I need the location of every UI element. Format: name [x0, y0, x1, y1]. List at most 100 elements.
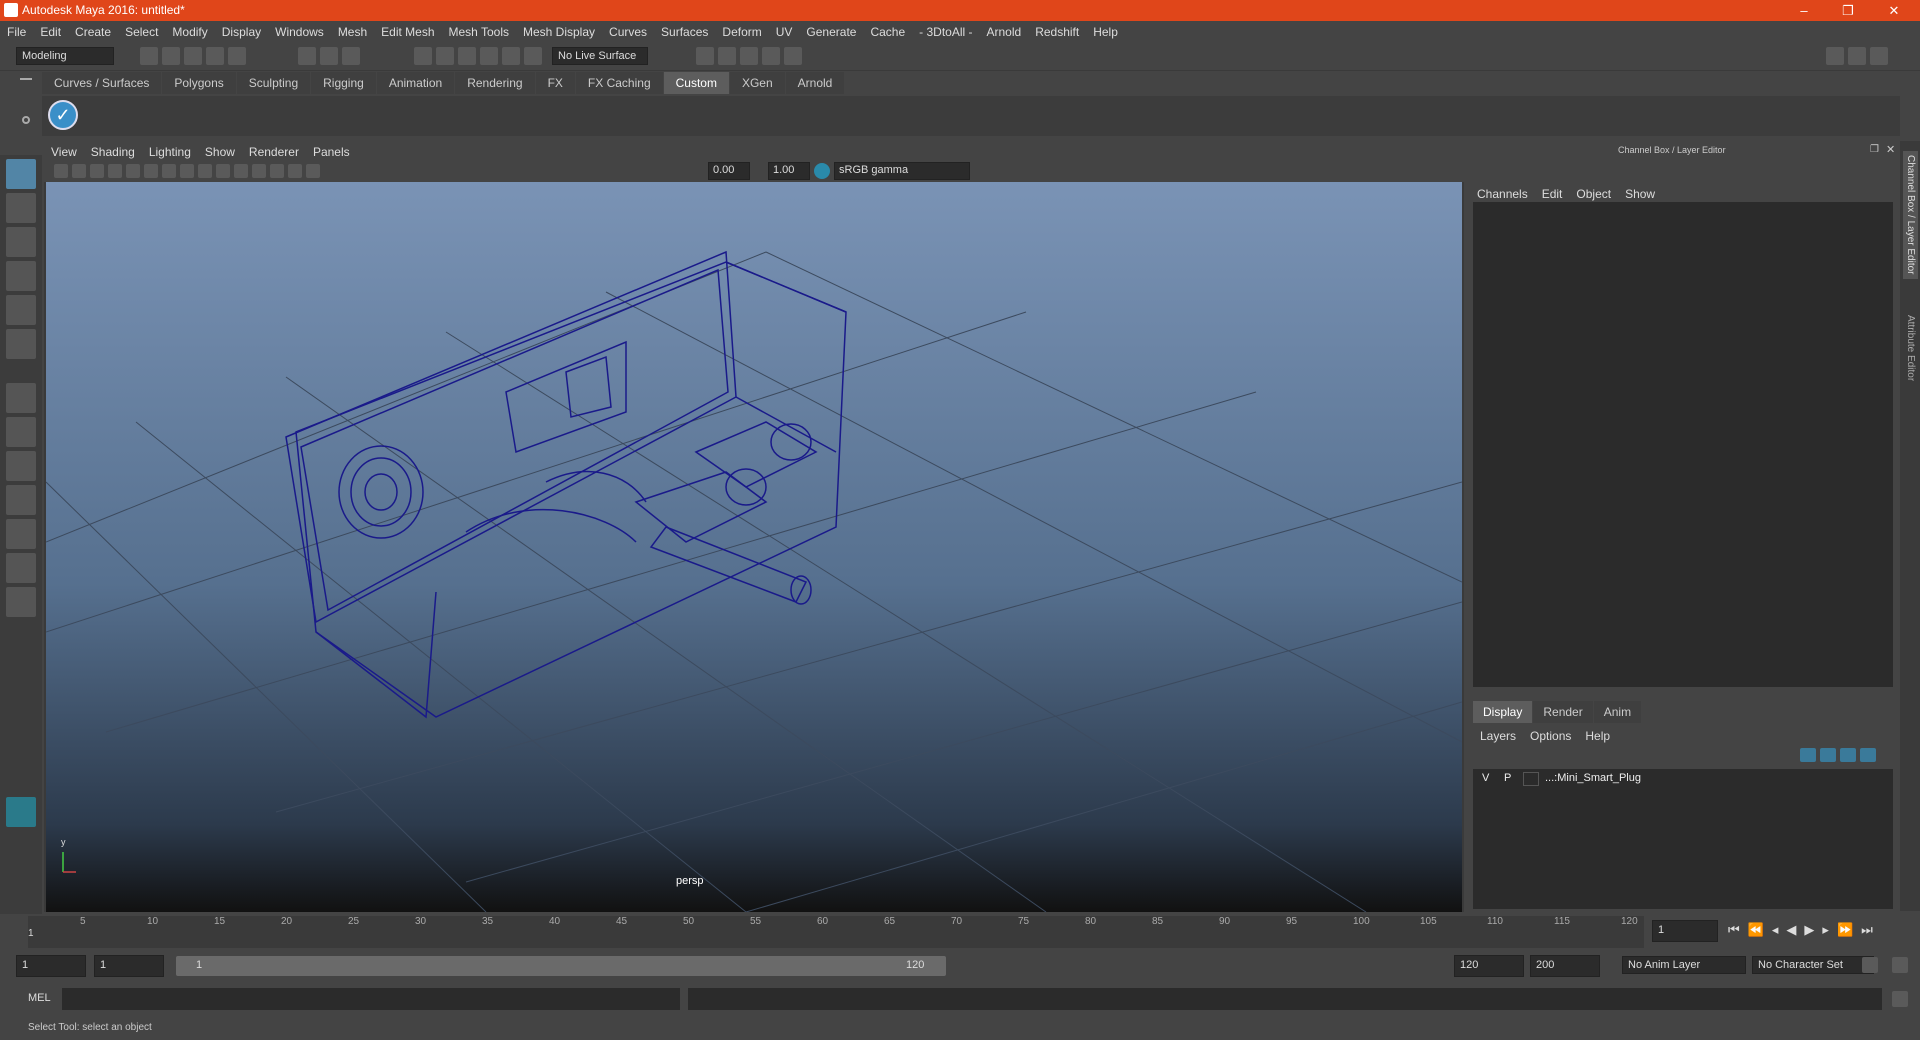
- shelf-tab-curves-surfaces[interactable]: Curves / Surfaces: [42, 72, 162, 94]
- ipr-render-icon[interactable]: [740, 47, 758, 65]
- step-forward-key-icon[interactable]: ⏩: [1837, 922, 1861, 937]
- collapse-layout-icon[interactable]: [6, 587, 36, 617]
- open-scene-icon[interactable]: [162, 47, 180, 65]
- scale-tool-icon[interactable]: [6, 329, 36, 359]
- anim-layer-dropdown[interactable]: No Anim Layer: [1622, 956, 1746, 974]
- shelf-tab-polygons[interactable]: Polygons: [162, 72, 236, 94]
- menu-select[interactable]: Select: [118, 21, 165, 43]
- restore-button[interactable]: ❐: [1826, 0, 1870, 21]
- color-management-icon[interactable]: [814, 163, 830, 179]
- layer-tab-display[interactable]: Display: [1473, 701, 1533, 723]
- live-surface-field[interactable]: No Live Surface: [552, 47, 648, 65]
- xray-icon[interactable]: [288, 163, 302, 178]
- range-bar[interactable]: 1 120: [176, 956, 946, 976]
- shelf-tab-sculpting[interactable]: Sculpting: [236, 72, 311, 94]
- layer-color-swatch[interactable]: [1523, 772, 1539, 786]
- menu-redshift[interactable]: Redshift: [1028, 21, 1086, 43]
- new-scene-icon[interactable]: [140, 47, 158, 65]
- layer-menu-options[interactable]: Options: [1523, 725, 1578, 747]
- character-set-dropdown[interactable]: No Character Set: [1752, 956, 1874, 974]
- snap-grid-icon[interactable]: [414, 47, 432, 65]
- play-backward-icon[interactable]: ◀: [1786, 922, 1804, 937]
- shadows-icon[interactable]: [234, 163, 248, 178]
- undo-icon[interactable]: [206, 47, 224, 65]
- mode-dropdown[interactable]: Modeling: [16, 47, 114, 65]
- select-object-icon[interactable]: [320, 47, 338, 65]
- modeling-toolkit-icon[interactable]: [1826, 47, 1844, 65]
- shelf-tab-xgen[interactable]: XGen: [729, 72, 785, 94]
- render-frame-icon[interactable]: [718, 47, 736, 65]
- close-button[interactable]: ✕: [1872, 0, 1916, 21]
- time-slider[interactable]: 1 5 10 15 20 25 30 35 40 45 50 55 60 65 70 75 80 85 90 95 1…: [0, 914, 1920, 950]
- menu-help[interactable]: Help: [1086, 21, 1125, 43]
- shelf-tab-fx[interactable]: FX: [535, 72, 575, 94]
- step-back-key-icon[interactable]: ⏪: [1748, 922, 1772, 937]
- lasso-tool-icon[interactable]: [6, 193, 36, 223]
- menu-deform[interactable]: Deform: [715, 21, 768, 43]
- layer-tab-anim[interactable]: Anim: [1593, 701, 1642, 723]
- float-panel-icon[interactable]: ❐: [1870, 144, 1879, 155]
- menu-cache[interactable]: Cache: [863, 21, 912, 43]
- outliner-layout-icon[interactable]: [6, 553, 36, 583]
- menu-edit[interactable]: Edit: [33, 21, 68, 43]
- menu-3dtoall[interactable]: - 3DtoAll -: [912, 21, 979, 43]
- film-gate-icon[interactable]: [144, 163, 158, 178]
- time-ruler[interactable]: [28, 916, 1644, 948]
- attribute-editor-icon[interactable]: [1848, 47, 1866, 65]
- command-input[interactable]: [62, 988, 680, 1010]
- select-tool-icon[interactable]: [6, 159, 36, 189]
- menu-modify[interactable]: Modify: [165, 21, 214, 43]
- playback-end-field[interactable]: 120: [1454, 955, 1524, 977]
- save-scene-icon[interactable]: [184, 47, 202, 65]
- animation-start-field[interactable]: 1: [16, 955, 86, 977]
- go-to-start-icon[interactable]: ⏮: [1728, 922, 1748, 937]
- menu-generate[interactable]: Generate: [799, 21, 863, 43]
- perspective-graph-layout-icon[interactable]: [6, 485, 36, 515]
- select-hierarchy-icon[interactable]: [298, 47, 316, 65]
- current-frame-field[interactable]: 1: [1652, 920, 1718, 942]
- paint-select-tool-icon[interactable]: [6, 227, 36, 257]
- layer-name[interactable]: ...:Mini_Smart_Plug: [1545, 772, 1641, 784]
- color-space-dropdown[interactable]: sRGB gamma: [834, 162, 970, 180]
- step-forward-frame-icon[interactable]: ▸: [1822, 922, 1837, 937]
- move-layer-up-icon[interactable]: [1800, 747, 1816, 762]
- shelf-tab-arnold[interactable]: Arnold: [785, 72, 845, 94]
- menu-mesh-tools[interactable]: Mesh Tools: [442, 21, 516, 43]
- auto-key-icon[interactable]: [1862, 957, 1878, 973]
- command-language-label[interactable]: MEL: [28, 992, 51, 1004]
- shelf-tab-custom[interactable]: Custom: [663, 72, 729, 94]
- snap-edge-icon[interactable]: [524, 47, 542, 65]
- isolate-select-icon[interactable]: [270, 163, 284, 178]
- layer-visibility-toggle[interactable]: V: [1482, 772, 1489, 784]
- side-tab-attribute-editor[interactable]: Attribute Editor: [1903, 311, 1918, 385]
- close-panel-icon[interactable]: ✕: [1886, 143, 1895, 156]
- camera-icon[interactable]: [54, 163, 68, 178]
- wireframe-icon[interactable]: [162, 163, 176, 178]
- vp-menu-view[interactable]: View: [44, 141, 84, 163]
- menu-arnold[interactable]: Arnold: [980, 21, 1029, 43]
- menu-file[interactable]: File: [0, 21, 33, 43]
- shelf-tab-animation[interactable]: Animation: [376, 72, 455, 94]
- play-forward-icon[interactable]: ▶: [1804, 922, 1822, 937]
- shelf-menu-icon[interactable]: [20, 78, 32, 80]
- camera-lock-icon[interactable]: [72, 163, 86, 178]
- perspective-outliner-layout-icon[interactable]: [6, 451, 36, 481]
- menu-mesh[interactable]: Mesh: [331, 21, 374, 43]
- new-layer-selected-icon[interactable]: [1860, 747, 1876, 762]
- animation-prefs-icon[interactable]: [1892, 957, 1908, 973]
- menu-windows[interactable]: Windows: [268, 21, 331, 43]
- vp-menu-panels[interactable]: Panels: [306, 141, 357, 163]
- vp-menu-shading[interactable]: Shading: [84, 141, 142, 163]
- shelf-settings-icon[interactable]: [22, 116, 30, 124]
- menu-uv[interactable]: UV: [769, 21, 800, 43]
- bookmark-icon[interactable]: [90, 163, 104, 178]
- snap-point-icon[interactable]: [458, 47, 476, 65]
- channel-box-area[interactable]: [1473, 202, 1893, 687]
- render-view-icon[interactable]: [696, 47, 714, 65]
- go-to-end-icon[interactable]: ⏭: [1861, 922, 1881, 937]
- animation-end-field[interactable]: 200: [1530, 955, 1600, 977]
- menu-display[interactable]: Display: [215, 21, 268, 43]
- new-layer-icon[interactable]: [1840, 747, 1856, 762]
- layer-playback-toggle[interactable]: P: [1504, 772, 1511, 784]
- rotate-tool-icon[interactable]: [6, 295, 36, 325]
